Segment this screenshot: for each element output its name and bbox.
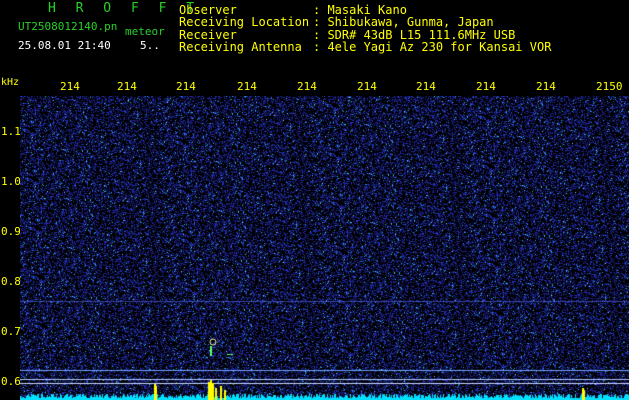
file-name: UT2508012140.pn [18, 20, 118, 33]
x-tick-label: 214 [536, 80, 556, 93]
x-tick-label: 214 [357, 80, 377, 93]
app-title: H R O F F T [48, 1, 201, 16]
location-label: Receiving Location [179, 15, 310, 29]
x-tick-label: 214 [237, 80, 257, 93]
location-value: : Shibukawa, Gunma, Japan [313, 15, 494, 29]
header-panel: H R O F F T UT2508012140.pn meteor 25.08… [0, 0, 629, 76]
x-tick-label: 214 [117, 80, 137, 93]
x-tick-label: 214 [297, 80, 317, 93]
y-axis-unit: kHz [1, 77, 20, 88]
y-tick-label: 0.9 [1, 225, 21, 238]
antenna-value: : 4ele Yagi Az 230 for Kansai VOR [313, 40, 552, 54]
count-label: 5.. [140, 39, 160, 52]
date-time: 25.08.01 21:40 [18, 39, 111, 52]
detector-label: meteor [125, 25, 165, 38]
y-tick-label: 0.7 [1, 325, 21, 338]
y-tick-label: 0.8 [1, 275, 21, 288]
antenna-label: Receiving Antenna [179, 40, 302, 54]
x-tick-label: 214 [60, 80, 80, 93]
x-tick-label: 214 [416, 80, 436, 93]
spectrogram-canvas[interactable] [20, 96, 629, 400]
y-tick-label: 1.1 [1, 125, 21, 138]
y-tick-label: 0.6 [1, 375, 21, 388]
x-tick-label: 214 [176, 80, 196, 93]
x-tick-label: 214 [476, 80, 496, 93]
y-tick-label: 1.0 [1, 175, 21, 188]
x-tick-label: 2150 [596, 80, 623, 93]
